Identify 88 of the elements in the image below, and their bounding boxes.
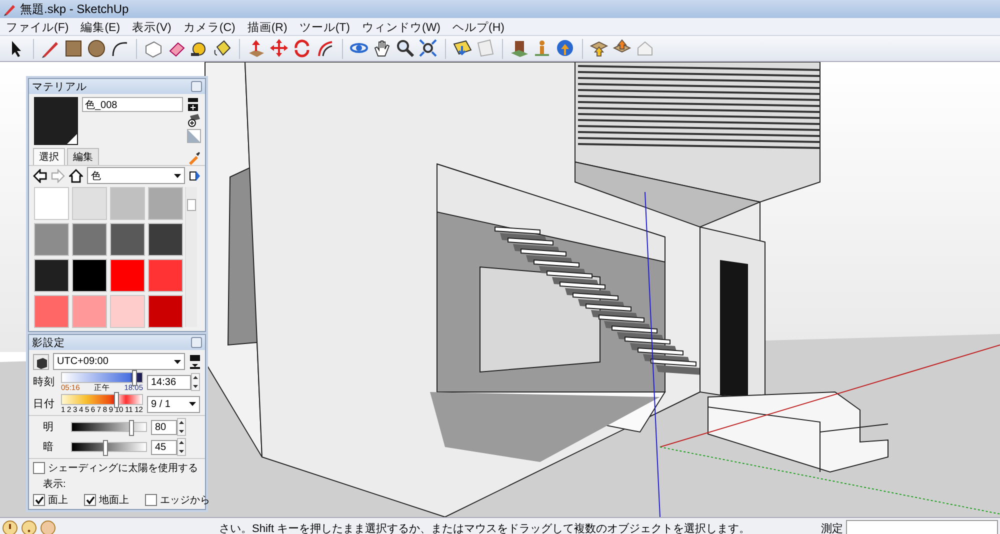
scrollbar-thumb[interactable]	[187, 199, 196, 211]
intensity-field[interactable]: 80	[151, 420, 177, 434]
circle-icon[interactable]	[86, 38, 107, 59]
time-slider[interactable]	[61, 372, 143, 383]
time-field[interactable]: 14:36	[147, 374, 191, 390]
library-name: 色	[91, 170, 101, 182]
eyedropper-icon[interactable]	[187, 151, 201, 165]
slider-thumb[interactable]	[129, 420, 134, 436]
menu-item[interactable]: ツール(T)	[295, 18, 358, 35]
color-swatch[interactable]	[110, 187, 145, 220]
material-name-field[interactable]: 色_008	[82, 97, 183, 112]
color-swatch[interactable]	[148, 295, 183, 328]
menu-item[interactable]: ウィンドウ(W)	[358, 18, 449, 35]
dark-label: 暗	[43, 440, 55, 454]
color-swatch[interactable]	[34, 187, 69, 220]
library-dropdown[interactable]: 色	[87, 167, 185, 184]
spin-arrows-icon[interactable]	[177, 418, 186, 436]
checkbox-label: エッジから	[160, 494, 210, 507]
date-slider[interactable]	[61, 394, 143, 405]
timezone-dropdown[interactable]: UTC+09:00	[53, 353, 185, 370]
back-arrow-icon[interactable]	[33, 168, 47, 182]
menu-item[interactable]: ヘルプ(H)	[448, 18, 512, 35]
check-mark-icon	[86, 496, 94, 504]
app-icon	[3, 2, 16, 16]
dropdown-caret-icon	[189, 402, 196, 406]
checkbox[interactable]: 地面上	[84, 493, 129, 507]
menu-item[interactable]: 表示(V)	[128, 18, 180, 35]
status-message: さい。Shift キーを押したまま選択するか、またはマウスをドラッグして複数のオブジェクトを選択します。	[219, 522, 752, 534]
time-label: 時刻	[33, 375, 56, 389]
shadow-toggle-icon[interactable]	[33, 354, 49, 370]
color-swatch[interactable]	[148, 187, 183, 220]
intensity-field[interactable]: 45	[151, 440, 177, 454]
date-label: 日付	[33, 397, 56, 411]
checkbox[interactable]: エッジから	[145, 493, 210, 507]
display-label: 表示:	[43, 478, 66, 491]
date-dropdown[interactable]: 9 / 1	[147, 396, 200, 412]
corner-triangle-icon	[67, 134, 77, 144]
globe-icon[interactable]	[555, 38, 576, 59]
menu-item[interactable]: 描画(R)	[243, 18, 296, 35]
checkbox-label: 地面上	[99, 494, 129, 507]
color-swatch[interactable]	[110, 223, 145, 256]
color-swatch[interactable]	[110, 295, 145, 328]
spin-arrows-icon[interactable]	[191, 373, 200, 391]
checkbox-label: 面上	[48, 494, 68, 507]
create-material-icon[interactable]	[187, 113, 201, 127]
color-swatch[interactable]	[110, 259, 145, 292]
check-mark-icon	[34, 496, 44, 504]
menu-item[interactable]: 編集(E)	[76, 18, 128, 35]
panel-tab[interactable]: 選択	[33, 148, 65, 165]
panel-title: マテリアル	[32, 80, 87, 94]
color-swatch[interactable]	[148, 223, 183, 256]
dropdown-caret-icon	[174, 360, 181, 364]
timezone-value: UTC+09:00	[57, 356, 108, 367]
window-title: 無題.skp - SketchUp	[20, 0, 129, 18]
color-swatch[interactable]	[34, 295, 69, 328]
zoom-extents-icon[interactable]	[418, 38, 439, 59]
move-icon[interactable]	[269, 38, 290, 59]
measurements-field[interactable]	[846, 520, 998, 534]
date-value: 9 / 1	[151, 398, 170, 410]
panel-title: 影設定	[32, 336, 65, 350]
color-swatch[interactable]	[148, 259, 183, 292]
scrollbar[interactable]	[185, 187, 197, 327]
home-icon[interactable]	[69, 168, 83, 182]
details-arrow-icon[interactable]	[189, 168, 201, 182]
close-button[interactable]	[191, 337, 202, 348]
measurements-label: 測定	[821, 522, 843, 534]
menu-item[interactable]: ファイル(F)	[2, 18, 77, 35]
building-icon[interactable]	[509, 38, 530, 59]
slider-thumb[interactable]	[114, 392, 120, 408]
color-swatch[interactable]	[72, 223, 107, 256]
panel-tab[interactable]: 編集	[67, 148, 99, 165]
checkbox[interactable]: 面上	[33, 493, 68, 507]
color-swatch[interactable]	[72, 295, 107, 328]
color-swatch[interactable]	[34, 223, 69, 256]
slider-thumb[interactable]	[132, 370, 137, 386]
panel-toggle-icon[interactable]	[187, 97, 199, 111]
menu-item[interactable]: カメラ(C)	[179, 18, 244, 35]
color-swatch[interactable]	[72, 187, 107, 220]
dropdown-caret-icon	[174, 174, 181, 178]
color-swatch[interactable]	[34, 259, 69, 292]
color-swatch[interactable]	[72, 259, 107, 292]
spin-arrows-icon[interactable]	[177, 438, 186, 456]
light-label: 明	[43, 420, 55, 434]
close-button[interactable]	[191, 81, 202, 92]
slider-thumb[interactable]	[103, 440, 108, 456]
rectangle-icon[interactable]	[63, 38, 84, 59]
search-icon[interactable]	[395, 38, 416, 59]
panel-toggle-icon[interactable]	[189, 354, 201, 370]
